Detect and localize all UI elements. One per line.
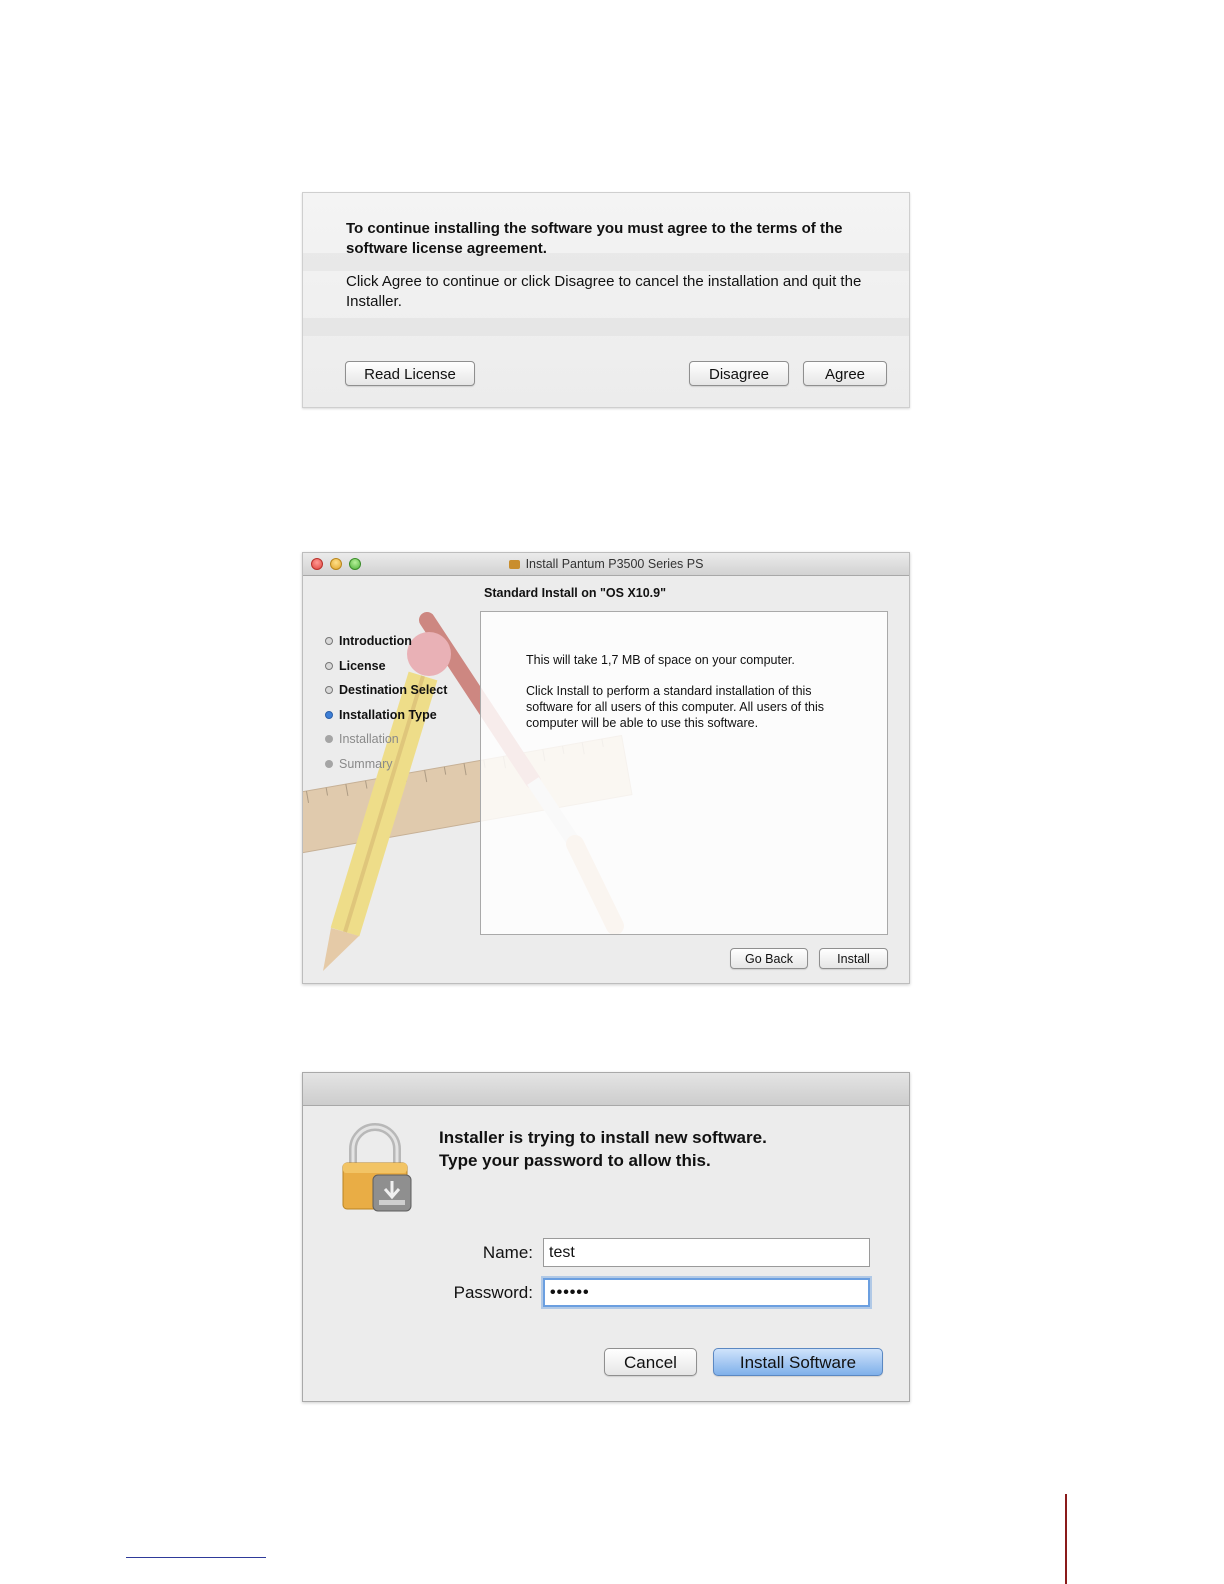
installer-window: Install Pantum P3500 Series PS Standard …	[302, 552, 910, 984]
auth-message-line-2: Type your password to allow this.	[439, 1151, 711, 1170]
step-bullet-icon	[325, 686, 333, 694]
read-license-button[interactable]: Read License	[345, 361, 475, 386]
license-headline: To continue installing the software you …	[346, 220, 843, 257]
package-icon	[508, 560, 520, 569]
lock-icon	[342, 1123, 412, 1212]
window-title: Install Pantum P3500 Series PS	[525, 557, 704, 571]
step-installation: Installation	[325, 731, 447, 756]
auth-message-line-1: Installer is trying to install new softw…	[439, 1128, 767, 1147]
name-field[interactable]	[543, 1238, 870, 1267]
step-introduction: Introduction	[325, 633, 447, 658]
authentication-dialog: Installer is trying to install new softw…	[302, 1072, 910, 1402]
page-margin-rule	[1065, 1494, 1067, 1584]
install-heading: Standard Install on "OS X10.9"	[484, 586, 667, 600]
step-bullet-icon	[325, 759, 333, 768]
install-software-button[interactable]: Install Software	[713, 1348, 883, 1376]
title-bar[interactable]: Install Pantum P3500 Series PS	[303, 553, 909, 576]
step-bullet-icon	[325, 661, 333, 670]
step-bullet-icon	[325, 637, 333, 645]
step-bullet-icon	[325, 735, 333, 743]
install-content-panel: This will take 1,7 MB of space on your c…	[480, 611, 888, 935]
password-field[interactable]: ••••••	[543, 1278, 870, 1307]
background-ghost-text	[303, 318, 909, 336]
install-description-text: Click Install to perform a standard inst…	[526, 684, 825, 730]
name-label: Name:	[482, 1243, 533, 1262]
step-license: License	[325, 658, 447, 683]
agree-button[interactable]: Agree	[803, 361, 887, 386]
password-label: Password:	[453, 1283, 533, 1302]
space-required-text: This will take 1,7 MB of space on your c…	[526, 653, 795, 667]
license-instructions: Click Agree to continue or click Disagre…	[346, 273, 862, 310]
footer-link-underline	[126, 1557, 266, 1558]
auth-message: Installer is trying to install new softw…	[439, 1126, 869, 1172]
license-agreement-sheet: To continue installing the software you …	[302, 192, 910, 408]
disagree-button[interactable]: Disagree	[689, 361, 789, 386]
cancel-button[interactable]: Cancel	[604, 1348, 697, 1376]
go-back-button[interactable]: Go Back	[730, 948, 808, 969]
installer-steps-list: Introduction License Destination Select …	[325, 633, 447, 780]
step-summary: Summary	[325, 756, 447, 781]
step-destination-select: Destination Select	[325, 682, 447, 707]
step-installation-type: Installation Type	[325, 707, 447, 732]
install-button[interactable]: Install	[819, 948, 888, 969]
dialog-title-bar	[303, 1073, 909, 1106]
step-bullet-icon	[325, 710, 333, 719]
